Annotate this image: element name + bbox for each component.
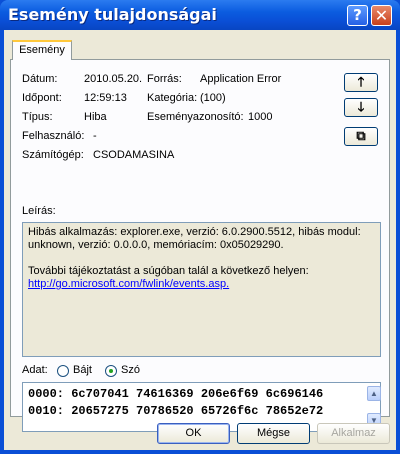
description-help-text: További tájékoztatást a súgóban talál a …: [28, 265, 309, 277]
time-label: Időpont:: [22, 92, 62, 104]
arrow-down-icon: 🡓: [357, 100, 365, 115]
dialog-window: Esemény tulajdonságai ? ✕ Esemény Dátum:…: [0, 0, 400, 454]
date-value: 2010.05.20.: [84, 73, 143, 85]
tab-event[interactable]: Esemény: [12, 40, 72, 60]
close-button[interactable]: ✕: [371, 5, 392, 26]
help-button[interactable]: ?: [347, 5, 368, 26]
previous-event-button[interactable]: 🡑: [344, 73, 378, 92]
description-text: Hibás alkalmazás: explorer.exe, verzió: …: [28, 226, 361, 251]
data-label: Adat:: [22, 364, 48, 376]
source-label: Forrás:: [147, 73, 182, 85]
description-box[interactable]: Hibás alkalmazás: explorer.exe, verzió: …: [22, 222, 381, 357]
computer-label: Számítógép:: [22, 149, 84, 161]
user-label: Felhasználó:: [22, 130, 85, 142]
window-title: Esemény tulajdonságai: [8, 5, 217, 24]
hex-line: 0010: 20657275 70786520 65726f6c 78652e7…: [28, 404, 324, 418]
next-event-button[interactable]: 🡓: [344, 98, 378, 117]
category-label: Kategória:: [147, 92, 198, 104]
cancel-button[interactable]: Mégse: [237, 423, 310, 444]
event-id-label: Eseményazonosító:: [147, 111, 244, 123]
time-value: 12:59:13: [84, 92, 127, 104]
copy-button[interactable]: ⧉: [344, 127, 378, 146]
hex-line: 0000: 6c707041 74616369 206e6f69 6c69614…: [28, 387, 324, 401]
type-label: Típus:: [22, 111, 53, 123]
scroll-up-button[interactable]: ▲: [367, 386, 381, 401]
event-id-value: 1000: [248, 111, 273, 123]
copy-icon: ⧉: [356, 129, 366, 144]
user-value: -: [93, 130, 97, 142]
category-value: (100): [200, 92, 226, 104]
apply-button[interactable]: Alkalmaz: [317, 423, 390, 444]
word-radio[interactable]: [105, 365, 117, 377]
byte-radio[interactable]: [57, 365, 69, 377]
type-value: Hiba: [84, 111, 107, 123]
title-bar[interactable]: Esemény tulajdonságai ? ✕: [0, 0, 400, 30]
byte-radio-label[interactable]: Bájt: [73, 364, 92, 376]
chevron-up-icon: ▲: [370, 389, 378, 398]
help-link[interactable]: http://go.microsoft.com/fwlink/events.as…: [28, 278, 229, 290]
source-value: Application Error: [200, 73, 282, 85]
word-radio-label[interactable]: Szó: [121, 364, 140, 376]
computer-value: CSODAMASINA: [93, 149, 175, 161]
date-label: Dátum:: [22, 73, 58, 85]
dialog-client: Esemény Dátum: 2010.05.20. Időpont: 12:5…: [4, 30, 396, 450]
arrow-up-icon: 🡑: [357, 75, 365, 90]
tab-panel: Dátum: 2010.05.20. Időpont: 12:59:13 Típ…: [10, 59, 390, 432]
ok-button[interactable]: OK: [157, 423, 230, 444]
description-label: Leírás:: [22, 205, 56, 217]
